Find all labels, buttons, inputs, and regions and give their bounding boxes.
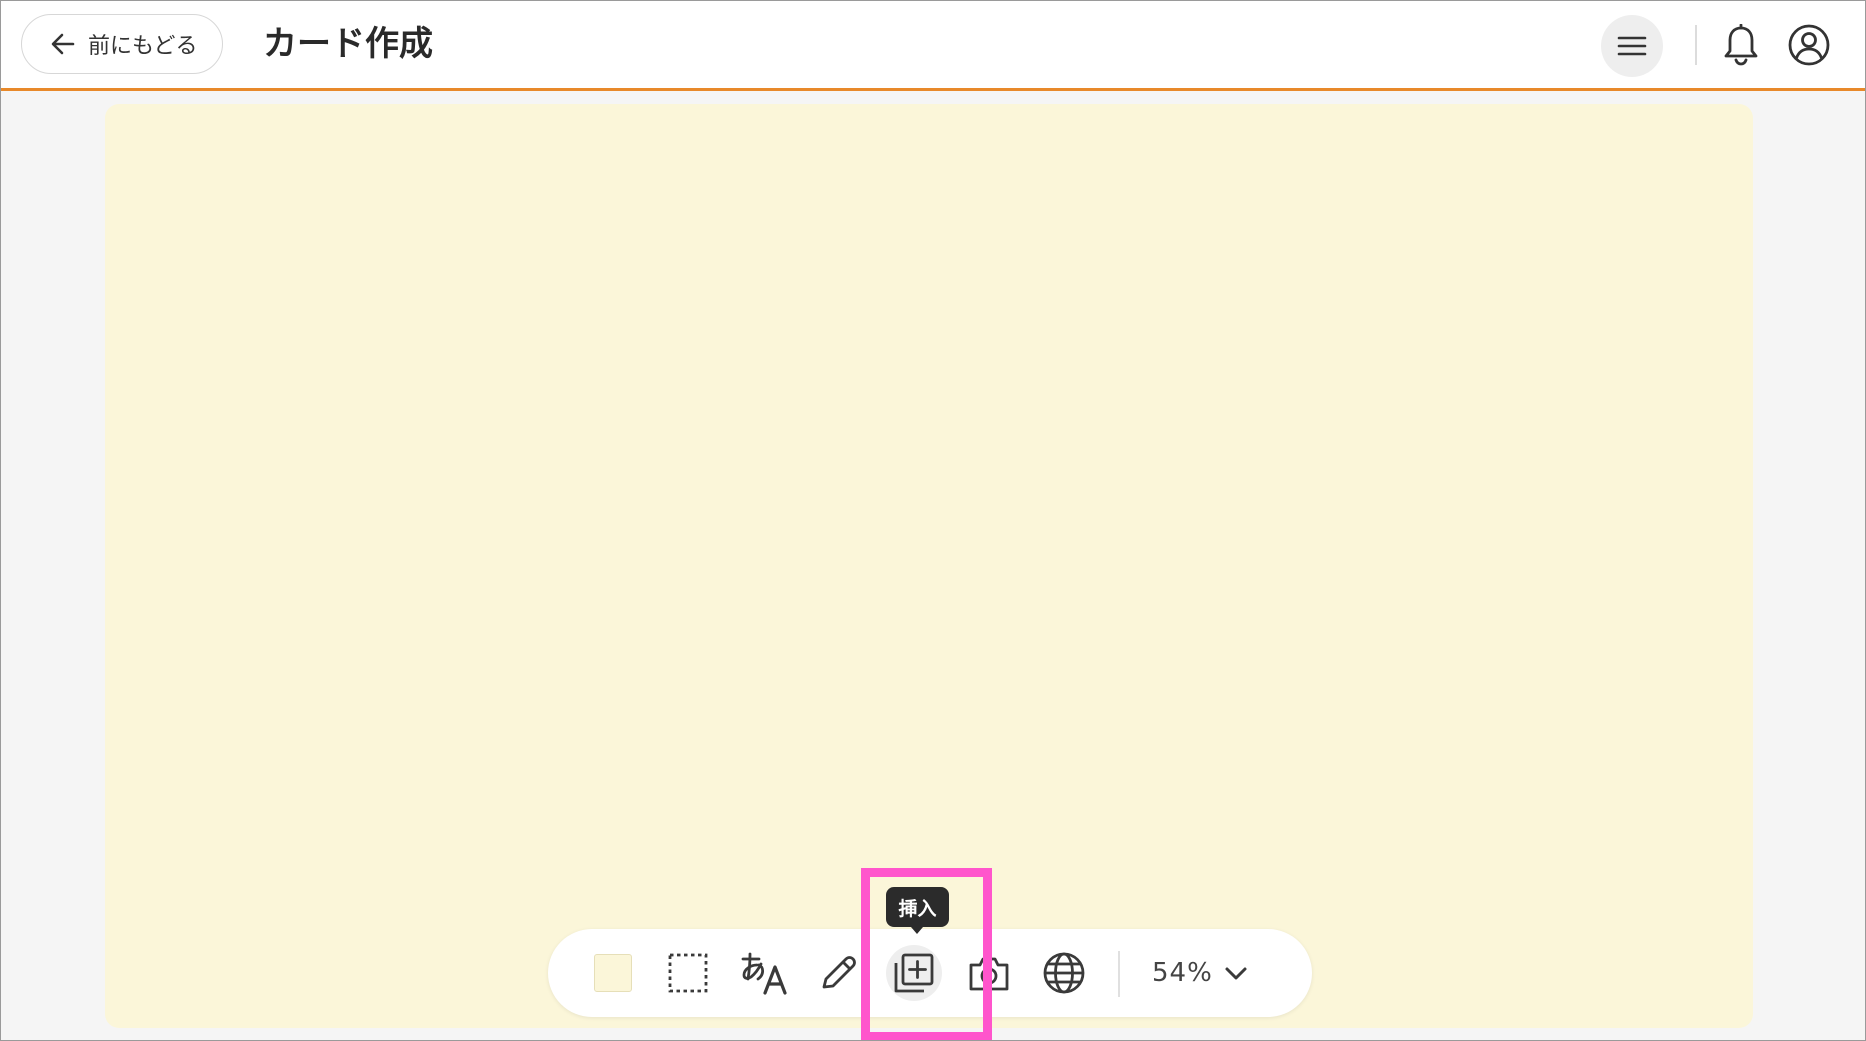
notifications-button[interactable] bbox=[1719, 21, 1763, 69]
arrow-left-icon bbox=[22, 29, 78, 59]
header-bar: 前にもどる カード作成 bbox=[1, 1, 1865, 91]
account-circle-icon bbox=[1787, 23, 1831, 67]
text-a-icon bbox=[739, 951, 789, 995]
pencil-icon bbox=[817, 952, 859, 994]
text-tool-button[interactable] bbox=[736, 945, 792, 1001]
insert-tool-button[interactable] bbox=[886, 945, 942, 1001]
account-button[interactable] bbox=[1785, 21, 1833, 69]
add-to-library-icon bbox=[892, 951, 936, 995]
web-tool-button[interactable] bbox=[1036, 945, 1092, 1001]
menu-button[interactable] bbox=[1601, 15, 1663, 77]
page-title: カード作成 bbox=[263, 24, 433, 64]
insert-tooltip: 挿入 bbox=[886, 887, 949, 934]
zoom-select[interactable]: 54% bbox=[1152, 949, 1272, 997]
back-button[interactable]: 前にもどる bbox=[21, 14, 223, 74]
camera-icon bbox=[967, 953, 1011, 993]
select-tool-button[interactable] bbox=[660, 945, 716, 1001]
hamburger-menu-icon bbox=[1617, 35, 1647, 57]
background-color-button[interactable] bbox=[585, 945, 641, 1001]
back-button-label: 前にもどる bbox=[88, 34, 198, 59]
zoom-value: 54% bbox=[1152, 958, 1213, 988]
dashed-selection-icon bbox=[668, 953, 708, 993]
bell-icon bbox=[1723, 24, 1759, 66]
editor-toolbar: 54% bbox=[548, 929, 1312, 1017]
chevron-down-icon bbox=[1213, 960, 1249, 986]
globe-icon bbox=[1042, 951, 1086, 995]
app-window: 前にもどる カード作成 54% 挿入 bbox=[0, 0, 1866, 1041]
color-swatch-icon bbox=[594, 954, 632, 992]
camera-tool-button[interactable] bbox=[961, 945, 1017, 1001]
pen-tool-button[interactable] bbox=[810, 945, 866, 1001]
toolbar-divider bbox=[1118, 951, 1120, 997]
header-divider bbox=[1695, 25, 1697, 65]
